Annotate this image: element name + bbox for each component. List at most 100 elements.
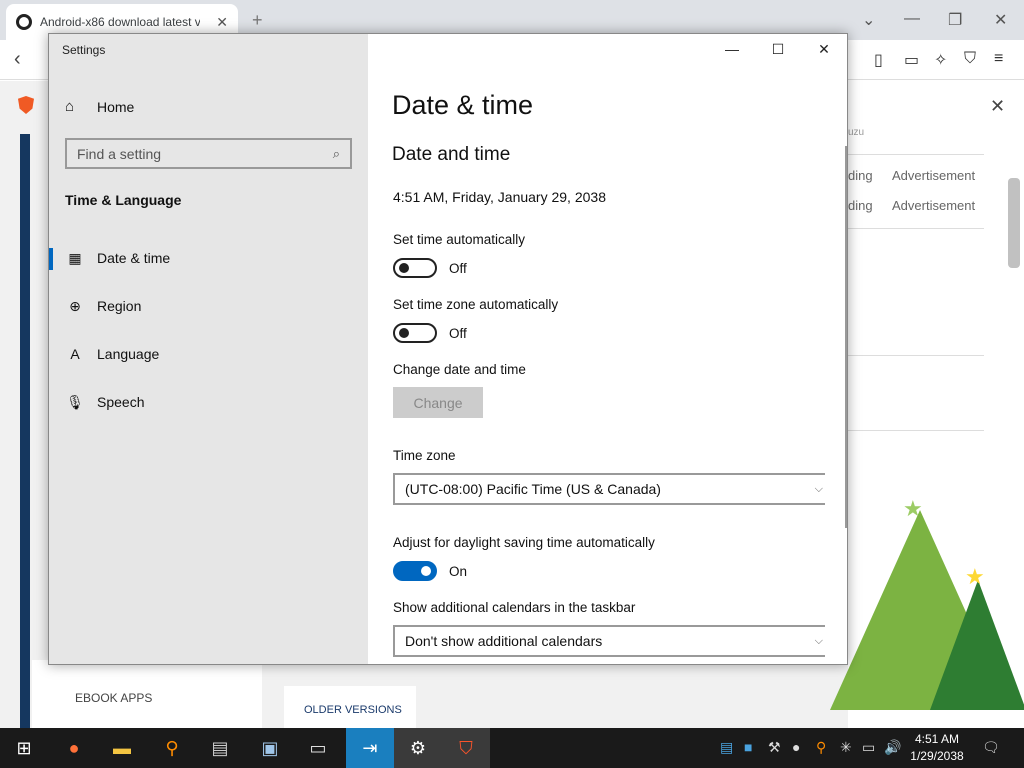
taskbar: ⊞ ● ▬ ⚲ ▤ ▣ ▭ ⇥ ⚙ ⛉ ▤ ■ ⚒ ● ⚲ ✳ ▭ 🔊 4:51… <box>0 728 1024 768</box>
set-tz-auto-state: Off <box>449 326 467 341</box>
restore-browser-button[interactable]: ❐ <box>948 10 962 30</box>
network-icon[interactable]: ▭ <box>862 739 875 756</box>
toggle-knob <box>399 263 409 273</box>
star-icon: ★ <box>965 564 985 589</box>
calendars-dropdown[interactable]: Don't show additional calendars ⌵ <box>393 625 825 657</box>
set-time-auto-toggle[interactable] <box>393 258 437 278</box>
calendars-label: Show additional calendars in the taskbar <box>393 600 636 615</box>
control-panel-icon[interactable]: ▣ <box>246 728 294 768</box>
nav-home[interactable]: ⌂ Home <box>65 98 134 115</box>
calendar-clock-icon: ▦ <box>68 249 82 266</box>
window-title: Settings <box>62 43 106 57</box>
page-sidebar-strip <box>20 134 30 728</box>
clock-date: 1/29/2038 <box>910 749 964 763</box>
brave-browser-icon[interactable]: ⛉ <box>442 728 490 768</box>
back-arrow-icon[interactable]: ‹ <box>14 48 21 71</box>
section-header: Time & Language <box>65 192 182 208</box>
tab-title: Android-x86 download latest v <box>40 15 200 29</box>
tab-search-icon[interactable]: ⌄ <box>862 10 875 30</box>
page-link[interactable]: ding <box>848 198 873 213</box>
page-link[interactable]: ding <box>848 168 873 183</box>
christmas-tree-decoration <box>930 580 1024 710</box>
search-icon[interactable]: ⌕ <box>333 146 340 162</box>
content-scrollbar[interactable] <box>845 146 847 528</box>
divider <box>848 355 984 356</box>
ebook-apps-link[interactable]: EBOOK APPS <box>75 691 152 705</box>
leo-ai-icon[interactable]: ✧ <box>934 50 947 70</box>
chevron-down-icon: ⌵ <box>814 483 823 495</box>
page-title: Date & time <box>392 90 534 120</box>
time-zone-label: Time zone <box>393 448 456 463</box>
clock-time: 4:51 AM <box>914 732 960 746</box>
dst-state: On <box>449 564 468 579</box>
chevron-down-icon: ⌵ <box>814 635 823 647</box>
nav-item-label: Speech <box>97 394 145 410</box>
taskbar-clock[interactable]: 4:51 AM 1/29/2038 <box>902 731 972 765</box>
vpn-shield-icon[interactable]: ⛉ <box>964 50 976 68</box>
current-time-text: 4:51 AM, Friday, January 29, 2038 <box>393 189 606 205</box>
set-tz-auto-toggle[interactable] <box>393 323 437 343</box>
start-button[interactable]: ⊞ <box>0 728 48 768</box>
time-zone-value: (UTC-08:00) Pacific Time (US & Canada) <box>405 481 661 497</box>
change-button[interactable]: Change <box>393 387 483 418</box>
language-icon: A <box>70 346 80 362</box>
settings-sidebar: Settings ⌂ Home ⌕ Time & Language ▦ Date… <box>49 34 368 664</box>
sparkle-icon[interactable]: ✳ <box>840 739 852 756</box>
search-tray-icon[interactable]: ⚲ <box>816 739 826 756</box>
calendars-value: Don't show additional calendars <box>405 633 603 649</box>
dst-toggle[interactable] <box>393 561 437 581</box>
sidebar-toggle-icon[interactable]: ▯ <box>874 50 883 70</box>
nav-item-label: Region <box>97 298 142 314</box>
tray-tool-icon[interactable]: ⚒ <box>768 739 781 756</box>
page-partial-label: uzu <box>848 127 865 138</box>
dst-label: Adjust for daylight saving time automati… <box>393 535 655 550</box>
firefox-icon[interactable]: ● <box>50 728 98 768</box>
page-scrollbar[interactable] <box>1008 178 1020 268</box>
droplet-icon[interactable]: ● <box>792 739 800 755</box>
page-close-icon[interactable]: ✕ <box>990 96 1005 117</box>
nav-item-language[interactable]: A Language <box>49 334 368 374</box>
microphone-icon: 🎙 <box>66 393 84 410</box>
nav-item-region[interactable]: ⊕ Region <box>49 286 368 326</box>
drive-icon[interactable]: ▤ <box>196 728 244 768</box>
toggle-knob <box>421 566 431 576</box>
search-input[interactable] <box>77 145 333 162</box>
section-title: Date and time <box>392 144 511 165</box>
new-tab-button[interactable]: + <box>252 10 263 31</box>
nav-item-label: Language <box>97 346 160 362</box>
close-browser-button[interactable]: ✕ <box>994 10 1007 30</box>
set-time-auto-label: Set time automatically <box>393 232 526 247</box>
terminal-icon[interactable]: ▭ <box>294 728 342 768</box>
notification-icon[interactable]: 🗨 <box>982 739 1000 756</box>
change-date-label: Change date and time <box>393 362 526 377</box>
divider <box>848 228 984 229</box>
network-drive-icon[interactable]: ▤ <box>720 739 733 756</box>
older-versions-link[interactable]: OLDER VERSIONS <box>284 686 416 728</box>
globe-icon: ⊕ <box>69 297 81 314</box>
remote-app-icon[interactable]: ⇥ <box>346 728 394 768</box>
divider <box>848 430 984 431</box>
tab-close-icon[interactable]: ✕ <box>216 14 228 31</box>
settings-window: Settings ⌂ Home ⌕ Time & Language ▦ Date… <box>48 33 848 665</box>
home-icon: ⌂ <box>65 98 75 115</box>
search-app-icon[interactable]: ⚲ <box>148 728 196 768</box>
site-favicon-icon <box>16 14 32 30</box>
volume-icon[interactable]: 🔊 <box>884 739 901 756</box>
nav-item-label: Date & time <box>97 250 171 266</box>
tray-app-icon[interactable]: ■ <box>744 739 752 755</box>
settings-gear-icon[interactable]: ⚙ <box>394 728 442 768</box>
divider <box>848 154 984 155</box>
set-time-auto-state: Off <box>449 261 467 276</box>
advertisement-label: Advertisement <box>892 198 976 213</box>
nav-item-speech[interactable]: 🎙 Speech <box>49 382 368 422</box>
wallet-icon[interactable]: ▭ <box>904 50 919 70</box>
nav-item-date-time[interactable]: ▦ Date & time <box>49 238 368 278</box>
settings-content: Date & time Date and time 4:51 AM, Frida… <box>392 34 832 664</box>
toggle-knob <box>399 328 409 338</box>
file-explorer-icon[interactable]: ▬ <box>98 728 146 768</box>
time-zone-dropdown[interactable]: (UTC-08:00) Pacific Time (US & Canada) ⌵ <box>393 473 825 505</box>
set-tz-auto-label: Set time zone automatically <box>393 297 559 312</box>
menu-hamburger-icon[interactable]: ≡ <box>994 50 1003 68</box>
search-box[interactable]: ⌕ <box>65 138 352 169</box>
minimize-browser-button[interactable]: — <box>904 10 920 28</box>
